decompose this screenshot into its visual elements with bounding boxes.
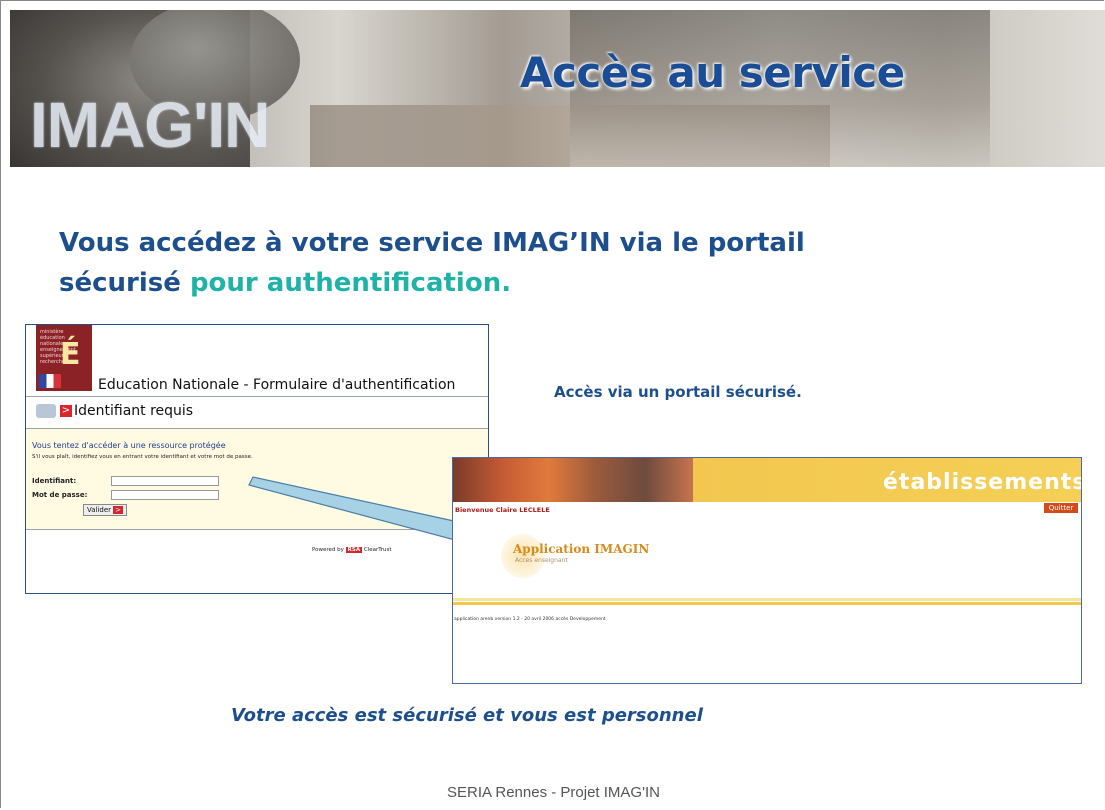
caption: Votre accès est sécurisé et vous est per… <box>231 705 703 726</box>
app-subtitle: Acces enseignant <box>515 557 568 564</box>
etablissements-logo: établissements <box>883 470 1082 495</box>
app-header-photos <box>453 458 693 502</box>
slide: IMAG'IN Accès au service Vous accédez à … <box>0 0 1105 808</box>
app-window: établissements Bienvenue Claire LECLELE … <box>452 457 1082 684</box>
app-icon <box>501 534 545 578</box>
app-link[interactable]: Application IMAGIN <box>513 542 649 556</box>
divider <box>453 602 1081 605</box>
quit-button[interactable]: Quitter <box>1044 503 1078 513</box>
footer: SERIA Rennes - Projet IMAG'IN <box>447 784 660 801</box>
version-text: application arenb version 1.2 - 20 avril… <box>454 617 606 622</box>
welcome-text: Bienvenue Claire LECLELE <box>455 506 550 514</box>
flow-arrow <box>248 476 499 552</box>
divider <box>453 598 1081 601</box>
